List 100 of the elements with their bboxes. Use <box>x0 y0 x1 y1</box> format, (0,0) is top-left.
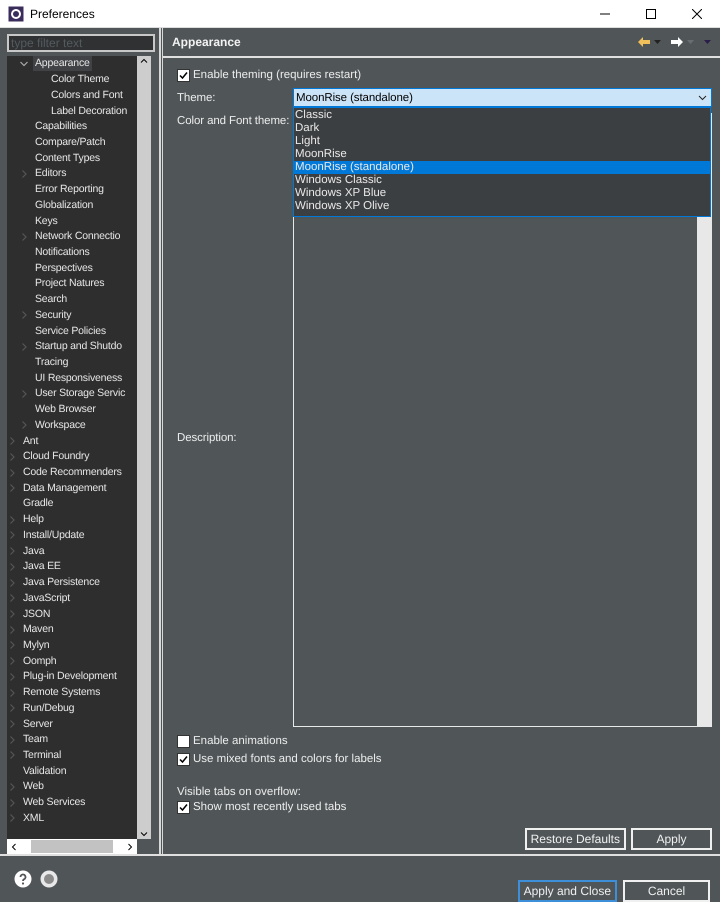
menu-caret-icon[interactable] <box>703 39 712 45</box>
chevron-right-icon[interactable] <box>7 452 17 462</box>
chevron-right-icon[interactable] <box>19 232 29 242</box>
tree-item[interactable]: UI Responsiveness <box>33 370 124 386</box>
chevron-down-icon[interactable] <box>19 58 29 69</box>
tree-item[interactable]: Color Theme <box>49 72 112 88</box>
tree-item[interactable]: Tracing <box>33 355 70 370</box>
tree-item[interactable]: Globalization <box>33 198 96 213</box>
tree-item[interactable]: Maven <box>21 622 56 638</box>
dropdown-option[interactable]: Dark <box>294 122 710 135</box>
scroll-left-icon[interactable] <box>9 842 19 852</box>
chevron-right-icon[interactable] <box>7 530 17 540</box>
tree-item[interactable]: Editors <box>33 166 68 182</box>
chevron-right-icon[interactable] <box>7 562 17 572</box>
checkbox[interactable] <box>177 68 190 82</box>
chevron-right-icon[interactable] <box>7 514 17 525</box>
tree-item[interactable]: Perspectives <box>33 260 95 276</box>
tree-item[interactable]: Network Connectio <box>33 229 122 244</box>
tree-item[interactable]: JSON <box>21 606 52 622</box>
tree-item[interactable]: Cloud Foundry <box>21 449 92 464</box>
tree-item[interactable]: XML <box>21 810 46 826</box>
back-arrow-icon[interactable] <box>637 36 651 48</box>
cancel-button[interactable]: Cancel <box>623 880 710 902</box>
chevron-right-icon[interactable] <box>7 624 17 635</box>
chevron-right-icon[interactable] <box>19 168 29 179</box>
scroll-thumb[interactable] <box>31 840 113 853</box>
tree-item[interactable]: Error Reporting <box>33 182 106 198</box>
tree-item[interactable]: Java <box>21 544 46 559</box>
scroll-down-icon[interactable] <box>139 829 149 839</box>
tree-item[interactable]: Run/Debug <box>21 700 76 716</box>
tree-item[interactable]: Colors and Font <box>49 88 125 103</box>
chevron-right-icon[interactable] <box>7 483 17 494</box>
tree-item[interactable]: Help <box>21 512 46 528</box>
checkbox[interactable] <box>177 752 190 766</box>
scroll-right-icon[interactable] <box>125 842 135 852</box>
tree-item[interactable]: Label Decoration <box>49 104 130 119</box>
tree-item[interactable]: Plug-in Development <box>21 669 119 684</box>
chevron-right-icon[interactable] <box>7 719 17 730</box>
checkbox[interactable] <box>177 734 190 748</box>
caret-down-icon[interactable] <box>653 39 662 45</box>
chevron-right-icon[interactable] <box>7 546 17 556</box>
chevron-right-icon[interactable] <box>7 593 17 604</box>
apply-and-close-button[interactable]: Apply and Close <box>518 880 617 902</box>
chevron-right-icon[interactable] <box>7 798 17 808</box>
dropdown-option[interactable]: Windows XP Olive <box>294 200 710 213</box>
tree-item[interactable]: Security <box>33 308 74 323</box>
dropdown-option[interactable]: Classic <box>294 109 710 122</box>
chevron-right-icon[interactable] <box>7 688 17 698</box>
tree-item[interactable]: Capabilities <box>33 119 89 134</box>
tree-item[interactable]: Remote Systems <box>21 685 102 700</box>
tree-item[interactable]: Keys <box>33 214 60 229</box>
tree-item[interactable]: Code Recommenders <box>21 465 124 480</box>
tree-item[interactable]: Startup and Shutdo <box>33 339 124 354</box>
tree-item[interactable]: Search <box>33 292 70 308</box>
restore-defaults-button[interactable]: Restore Defaults <box>524 828 626 850</box>
record-icon[interactable] <box>40 870 58 888</box>
tree-item[interactable]: Web <box>21 779 46 794</box>
tree-item[interactable]: Mylyn <box>21 638 52 653</box>
apply-button[interactable]: Apply <box>631 828 712 850</box>
chevron-right-icon[interactable] <box>7 672 17 682</box>
tree-item[interactable]: Validation <box>21 764 68 779</box>
horizontal-scrollbar[interactable] <box>7 839 137 854</box>
dropdown-option[interactable]: Light <box>294 135 710 148</box>
chevron-right-icon[interactable] <box>7 640 17 650</box>
tree-item[interactable]: Oomph <box>21 654 58 669</box>
tree-item[interactable]: Web Services <box>21 795 88 810</box>
tree-item[interactable]: JavaScript <box>21 590 72 606</box>
dropdown-option[interactable]: MoonRise <box>294 148 710 161</box>
dropdown-option[interactable]: MoonRise (standalone) <box>294 161 710 174</box>
tree-item[interactable]: Ant <box>21 434 40 449</box>
chevron-right-icon[interactable] <box>7 468 17 478</box>
tree-item[interactable]: Content Types <box>33 150 102 166</box>
checkbox[interactable] <box>177 800 190 814</box>
tree-item[interactable]: Gradle <box>21 496 56 512</box>
caret-down-icon[interactable] <box>686 39 695 45</box>
forward-arrow-icon[interactable] <box>670 36 684 48</box>
tree-item[interactable]: Data Management <box>21 480 108 496</box>
tree-item[interactable]: Web Browser <box>33 402 98 418</box>
chevron-right-icon[interactable] <box>7 750 17 760</box>
tree-item[interactable]: Service Policies <box>33 324 108 339</box>
tree-item[interactable]: Workspace <box>33 418 88 433</box>
help-icon[interactable] <box>14 870 32 888</box>
dropdown-option[interactable]: Windows XP Blue <box>294 187 710 200</box>
tree-item[interactable]: Install/Update <box>21 528 86 543</box>
chevron-right-icon[interactable] <box>7 703 17 714</box>
chevron-right-icon[interactable] <box>7 609 17 620</box>
theme-dropdown[interactable]: MoonRise (standalone) <box>293 88 712 107</box>
vertical-scrollbar[interactable] <box>137 56 151 839</box>
tree-item[interactable]: Notifications <box>33 244 92 260</box>
dropdown-option[interactable]: Windows Classic <box>294 174 710 187</box>
chevron-right-icon[interactable] <box>19 310 29 320</box>
chevron-right-icon[interactable] <box>7 656 17 666</box>
chevron-right-icon[interactable] <box>7 436 17 446</box>
tree-item[interactable]: Server <box>21 716 55 732</box>
chevron-right-icon[interactable] <box>7 578 17 588</box>
tree-item[interactable]: Java EE <box>21 559 63 574</box>
tree-item[interactable]: Java Persistence <box>21 575 102 590</box>
chevron-right-icon[interactable] <box>7 782 17 792</box>
tree-item[interactable]: Compare/Patch <box>33 134 108 150</box>
tree-item[interactable]: Terminal <box>21 748 64 763</box>
